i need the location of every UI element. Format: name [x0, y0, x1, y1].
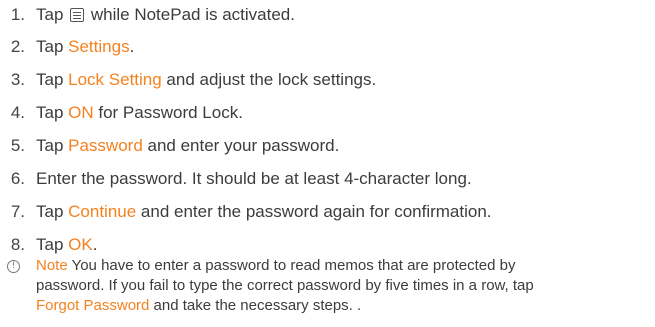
step-text-before: Tap	[36, 136, 69, 155]
step-text-after: and enter the password again for confirm…	[136, 202, 492, 221]
step-text-after: .	[92, 235, 98, 254]
settings-label: Settings	[68, 37, 130, 56]
step-text-before: Tap	[36, 37, 69, 56]
step-text: Tap OK.	[36, 233, 97, 257]
step-text-before: Tap	[36, 5, 69, 24]
step-text: Tap while NotePad is activated.	[36, 3, 295, 27]
step-text: Tap Lock Setting and adjust the lock set…	[36, 68, 376, 92]
note-text: You have to enter a password to read mem…	[67, 257, 516, 274]
step-number: 1.	[10, 5, 25, 24]
step-text-after: .	[129, 37, 135, 56]
note-label: Note	[36, 257, 68, 274]
note-line-3: Forgot Password and take the necessary s…	[36, 296, 361, 316]
step-number: 4.	[10, 103, 25, 122]
step-text: Tap Continue and enter the password agai…	[36, 200, 492, 224]
step-text: Enter the password. It should be at leas…	[36, 169, 472, 188]
continue-label: Continue	[68, 202, 137, 221]
step-text-before: Tap	[36, 202, 69, 221]
step-text-after: and enter your password.	[142, 136, 340, 155]
step-number: 6.	[10, 169, 25, 188]
forgot-password-label: Forgot Password	[36, 297, 150, 314]
step-text: Tap ON for Password Lock.	[36, 101, 243, 125]
note-line-2: password. If you fail to type the correc…	[36, 277, 534, 294]
step-text: Tap Settings.	[36, 35, 134, 59]
step-number: 5.	[10, 136, 25, 155]
step-text-after: while NotePad is activated.	[86, 5, 295, 24]
step-number: 3.	[10, 70, 25, 89]
note-text: and take the necessary steps. .	[149, 297, 362, 314]
step-number: 2.	[10, 37, 25, 56]
info-icon: !	[7, 260, 20, 273]
step-text-after: and adjust the lock settings.	[161, 70, 377, 89]
ok-label: OK	[68, 235, 93, 254]
step-text-before: Tap	[36, 235, 69, 254]
step-text-after: for Password Lock.	[93, 103, 243, 122]
step-text-before: Tap	[36, 103, 69, 122]
step-text: Tap Password and enter your password.	[36, 134, 339, 158]
step-number: 7.	[10, 202, 25, 221]
password-label: Password	[68, 136, 143, 155]
menu-icon	[70, 8, 85, 22]
on-label: ON	[68, 103, 94, 122]
step-number: 8.	[10, 235, 25, 254]
note-line-1: Note You have to enter a password to rea…	[36, 256, 515, 276]
step-text-before: Tap	[36, 70, 69, 89]
lock-setting-label: Lock Setting	[68, 70, 162, 89]
